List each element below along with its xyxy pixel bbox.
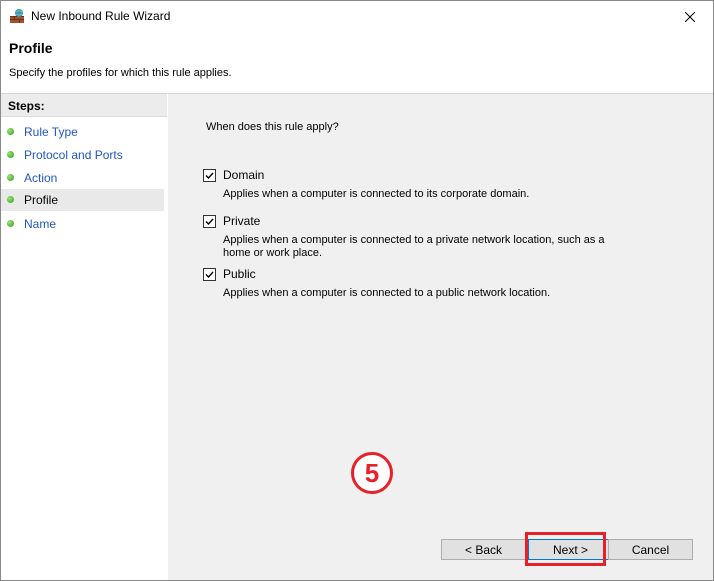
private-checkbox[interactable] — [203, 215, 216, 228]
step-name[interactable]: Name — [1, 213, 164, 235]
step-profile: Profile — [1, 189, 164, 211]
checkmark-icon — [205, 271, 214, 279]
wizard-window: New Inbound Rule Wizard Profile Specify … — [0, 0, 714, 581]
public-label[interactable]: Public — [223, 267, 256, 281]
steps-panel: Steps: Rule Type Protocol and Ports Acti… — [1, 94, 167, 580]
cancel-button[interactable]: Cancel — [608, 539, 693, 560]
step-label: Name — [24, 217, 57, 231]
private-description: Applies when a computer is connected to … — [223, 234, 605, 259]
domain-checkbox[interactable] — [203, 169, 216, 182]
domain-label-text: Domain — [223, 168, 265, 182]
private-label[interactable]: Private — [223, 214, 260, 228]
checkmark-icon — [205, 218, 214, 226]
close-icon — [685, 11, 695, 22]
window-title: New Inbound Rule Wizard — [31, 9, 171, 23]
private-label-text: Private — [223, 214, 261, 228]
step-status-icon — [7, 128, 14, 135]
step-status-icon — [7, 174, 14, 181]
domain-label[interactable]: Domain — [223, 168, 264, 182]
step-status-icon — [7, 196, 14, 203]
public-checkbox[interactable] — [203, 268, 216, 281]
step-label: Profile — [24, 193, 59, 207]
steps-heading: Steps: — [1, 94, 167, 117]
close-button[interactable] — [667, 1, 713, 32]
content-panel: When does this rule apply? Domain Applie… — [168, 94, 713, 580]
step-label: Action — [24, 171, 58, 185]
back-button[interactable]: < Back — [441, 539, 526, 560]
step-protocol-and-ports[interactable]: Protocol and Ports — [1, 144, 164, 166]
public-label-text: Public — [223, 267, 256, 281]
step-number-marker: 5 — [351, 452, 393, 494]
steps-heading-label: Steps: — [8, 99, 45, 113]
step-status-icon — [7, 151, 14, 158]
step-label: Rule Type — [24, 125, 78, 139]
page-title: Profile — [9, 40, 53, 56]
next-button-highlight — [525, 532, 606, 566]
step-rule-type[interactable]: Rule Type — [1, 121, 164, 143]
title-bar: New Inbound Rule Wizard — [1, 1, 713, 32]
question-text: When does this rule apply? — [206, 121, 339, 133]
domain-description: Applies when a computer is connected to … — [223, 188, 530, 200]
step-status-icon — [7, 220, 14, 227]
firewall-icon — [9, 8, 25, 24]
page-description: Specify the profiles for which this rule… — [9, 67, 232, 79]
step-action[interactable]: Action — [1, 167, 164, 189]
public-description: Applies when a computer is connected to … — [223, 287, 551, 299]
wizard-header: Profile Specify the profiles for which t… — [1, 32, 713, 93]
checkmark-icon — [205, 172, 214, 180]
step-label: Protocol and Ports — [24, 148, 123, 162]
